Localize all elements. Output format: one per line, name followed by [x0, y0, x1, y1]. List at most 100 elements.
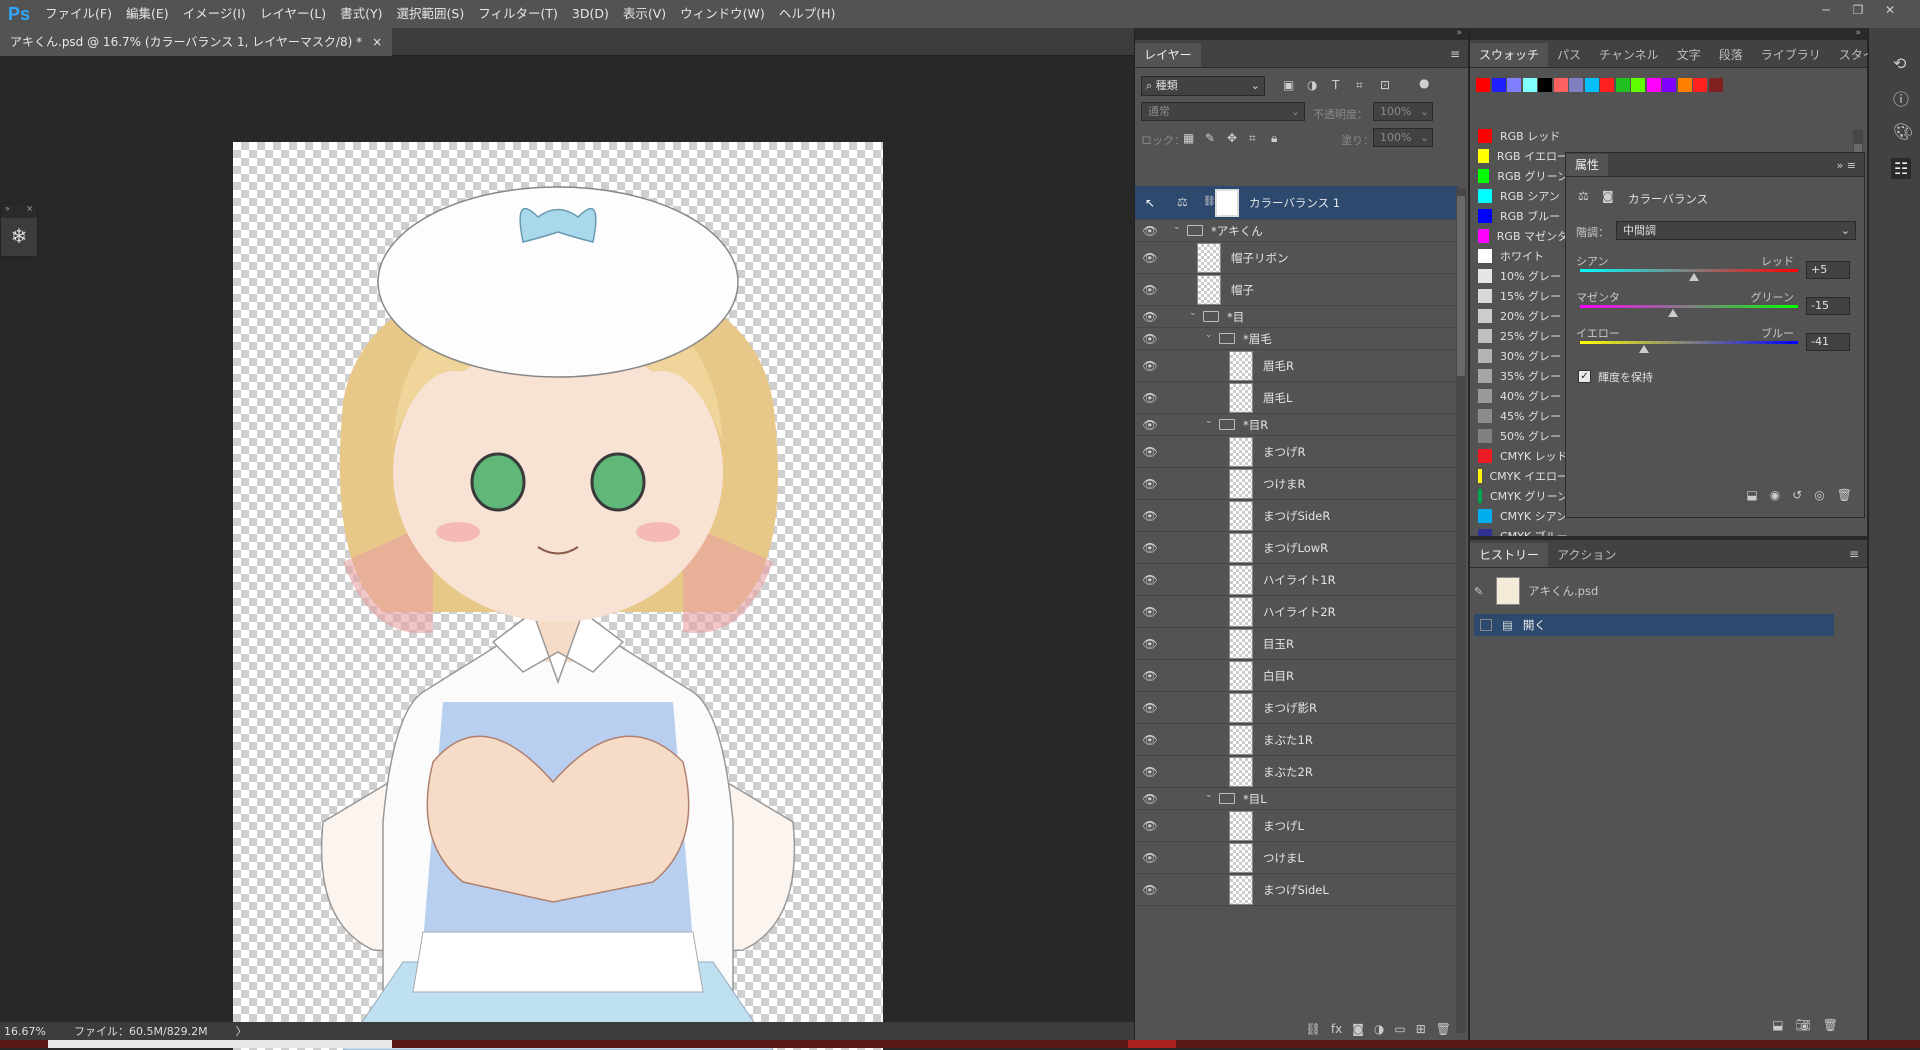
layers-scrollbar[interactable]: [1456, 188, 1466, 1033]
tab-swatch-3[interactable]: 文字: [1668, 43, 1710, 67]
swatch-item[interactable]: CMYK シアン: [1474, 506, 1568, 526]
eye-icon[interactable]: 👁︎: [1141, 310, 1159, 324]
swatch-item[interactable]: CMYK イエロー: [1474, 466, 1568, 486]
swatch-item[interactable]: RGB ブルー: [1474, 206, 1568, 226]
layer-row[interactable]: 👁︎ 白目R: [1135, 660, 1458, 692]
link-layers-icon[interactable]: ⛓: [1306, 1022, 1321, 1036]
layer-row[interactable]: 👁︎ ⌄ *アキくん: [1135, 220, 1458, 242]
tab-swatch-0[interactable]: スウォッチ: [1470, 43, 1549, 67]
recent-swatch[interactable]: [1631, 78, 1645, 92]
lock-transparent-icon[interactable]: ▦: [1183, 131, 1194, 145]
layer-row[interactable]: 👁︎ まつげLowR: [1135, 532, 1458, 564]
new-document-from-state-icon[interactable]: ⬓: [1772, 1018, 1783, 1032]
filter-shape-icon[interactable]: ⌗: [1356, 78, 1363, 93]
layers-scrollbar-thumb[interactable]: [1457, 196, 1465, 376]
navigator-wheel-icon[interactable]: ❄: [1, 218, 37, 254]
eye-icon[interactable]: 👁︎: [1141, 851, 1159, 865]
history-snapshot[interactable]: ✎ アキくん.psd: [1474, 574, 1834, 608]
tone-dropdown[interactable]: 中間調 ⌄: [1616, 221, 1856, 240]
menu-item-6[interactable]: フィルター(T): [471, 0, 565, 28]
properties-panel-menu-icon[interactable]: » ≡: [1837, 159, 1856, 172]
layer-row[interactable]: 👁︎ ⌄ *目L: [1135, 788, 1458, 810]
eye-icon[interactable]: 👁︎: [1141, 605, 1159, 619]
swatch-item[interactable]: RGB イエロー: [1474, 146, 1568, 166]
recent-swatch[interactable]: [1491, 78, 1506, 92]
layer-row[interactable]: 👁︎ つけまR: [1135, 468, 1458, 500]
recent-swatch[interactable]: [1693, 78, 1707, 92]
recent-swatch[interactable]: [1708, 78, 1723, 92]
recent-swatch[interactable]: [1569, 78, 1583, 92]
recent-swatch[interactable]: [1600, 78, 1614, 92]
color-slider-track[interactable]: [1580, 341, 1798, 344]
blend-mode-dropdown[interactable]: 通常 ⌄: [1141, 102, 1305, 121]
swatch-item[interactable]: 40% グレー: [1474, 386, 1568, 406]
menu-item-2[interactable]: イメージ(I): [176, 0, 253, 28]
tab-swatch-5[interactable]: ライブラリ: [1752, 43, 1830, 67]
color-slider-thumb[interactable]: [1639, 345, 1650, 353]
layer-row[interactable]: 👁︎ 眉毛R: [1135, 350, 1458, 382]
layer-row[interactable]: 👁︎ ⌄ *目R: [1135, 414, 1458, 436]
recent-swatch[interactable]: [1584, 78, 1599, 92]
color-slider-track[interactable]: [1580, 269, 1798, 272]
eye-icon[interactable]: 👁︎: [1141, 332, 1159, 346]
recent-swatch[interactable]: [1662, 78, 1676, 92]
zoom-readout[interactable]: 16.67%: [0, 1025, 74, 1038]
tab-history-1[interactable]: アクション: [1548, 543, 1625, 567]
eye-icon[interactable]: 👁︎: [1141, 359, 1159, 373]
history-step[interactable]: ▤ 開く: [1474, 614, 1834, 636]
menu-item-8[interactable]: 表示(V): [616, 0, 673, 28]
eye-icon[interactable]: 👁︎: [1141, 445, 1159, 459]
close-tab-icon[interactable]: ×: [372, 28, 382, 56]
swatch-list[interactable]: RGB レッド RGB イエロー RGB グリーン RGB シアン RGB ブルー RGB…: [1474, 126, 1570, 536]
menu-item-4[interactable]: 書式(Y): [333, 0, 389, 28]
swatch-item[interactable]: CMYK レッド: [1474, 446, 1568, 466]
lock-image-icon[interactable]: ✎: [1205, 131, 1215, 145]
chain-link-icon[interactable]: ⛓: [1203, 196, 1216, 207]
layer-row[interactable]: ↖ ⚖ ⛓ カラーバランス 1: [1135, 186, 1458, 220]
swatch-item[interactable]: 15% グレー: [1474, 286, 1568, 306]
swatch-item[interactable]: 25% グレー: [1474, 326, 1568, 346]
history-state-checkbox[interactable]: [1480, 619, 1492, 631]
layer-row[interactable]: 👁︎ まつげR: [1135, 436, 1458, 468]
eye-icon[interactable]: 👁︎: [1141, 733, 1159, 747]
swatch-item[interactable]: 10% グレー: [1474, 266, 1568, 286]
menu-item-0[interactable]: ファイル(F): [38, 0, 119, 28]
recent-swatch[interactable]: [1476, 78, 1490, 92]
layer-row[interactable]: 👁︎ ハイライト1R: [1135, 564, 1458, 596]
layer-row[interactable]: 👁︎ まつげSideR: [1135, 500, 1458, 532]
history-panel-menu-icon[interactable]: ≡: [1849, 547, 1859, 561]
layer-row[interactable]: 👁︎ 眉毛L: [1135, 382, 1458, 414]
eye-icon[interactable]: 👁︎: [1141, 251, 1159, 265]
visibility-off-icon[interactable]: ↖: [1141, 196, 1159, 210]
menu-item-5[interactable]: 選択範囲(S): [390, 0, 472, 28]
layer-row[interactable]: 👁︎ ハイライト2R: [1135, 596, 1458, 628]
clip-to-layer-icon[interactable]: ⬓: [1746, 488, 1757, 502]
preserve-luminosity-checkbox[interactable]: ✓: [1578, 370, 1591, 383]
layer-row[interactable]: 👁︎ ⌄ *目: [1135, 306, 1458, 328]
layer-row[interactable]: 👁︎ まつげ影R: [1135, 692, 1458, 724]
swatch-item[interactable]: RGB シアン: [1474, 186, 1568, 206]
chevron-down-icon[interactable]: ⌄: [1205, 416, 1213, 426]
recent-swatch[interactable]: [1507, 78, 1521, 92]
status-menu-arrow[interactable]: 〉: [236, 1023, 247, 1039]
filter-type-icon[interactable]: T: [1332, 78, 1339, 92]
tab-swatch-4[interactable]: 段落: [1710, 43, 1752, 67]
canvas-area[interactable]: » × ❄: [0, 56, 1134, 1050]
eye-icon[interactable]: 👁︎: [1141, 224, 1159, 238]
delete-adjustment-icon[interactable]: 🗑︎: [1837, 488, 1852, 502]
layer-row[interactable]: 👁︎ 帽子: [1135, 274, 1458, 306]
panel-dock-collapse[interactable]: »: [1135, 28, 1468, 40]
tab-swatch-1[interactable]: パス: [1548, 43, 1590, 67]
eye-icon[interactable]: 👁︎: [1141, 573, 1159, 587]
eye-icon[interactable]: 👁︎: [1141, 509, 1159, 523]
new-layer-icon[interactable]: ⊞: [1416, 1022, 1426, 1036]
document-tab[interactable]: アキくん.psd @ 16.7% (カラーバランス 1, レイヤーマスク/8) …: [0, 28, 393, 56]
layers-list[interactable]: ↖ ⚖ ⛓ カラーバランス 1 👁︎ ⌄ *アキくん 👁︎ 帽子リボン 👁︎ 帽子 👁︎ ⌄ *目 👁︎ ⌄ *…: [1135, 186, 1458, 1038]
new-adjustment-icon[interactable]: ◑: [1374, 1022, 1384, 1036]
fx-icon[interactable]: fx: [1331, 1022, 1342, 1036]
eye-icon[interactable]: 👁︎: [1141, 477, 1159, 491]
lock-all-icon[interactable]: 🔒︎: [1271, 131, 1277, 146]
layer-mask-icon[interactable]: ◙: [1602, 189, 1614, 203]
layer-row[interactable]: 👁︎ ⌄ *眉毛: [1135, 328, 1458, 350]
eye-icon[interactable]: 👁︎: [1141, 541, 1159, 555]
